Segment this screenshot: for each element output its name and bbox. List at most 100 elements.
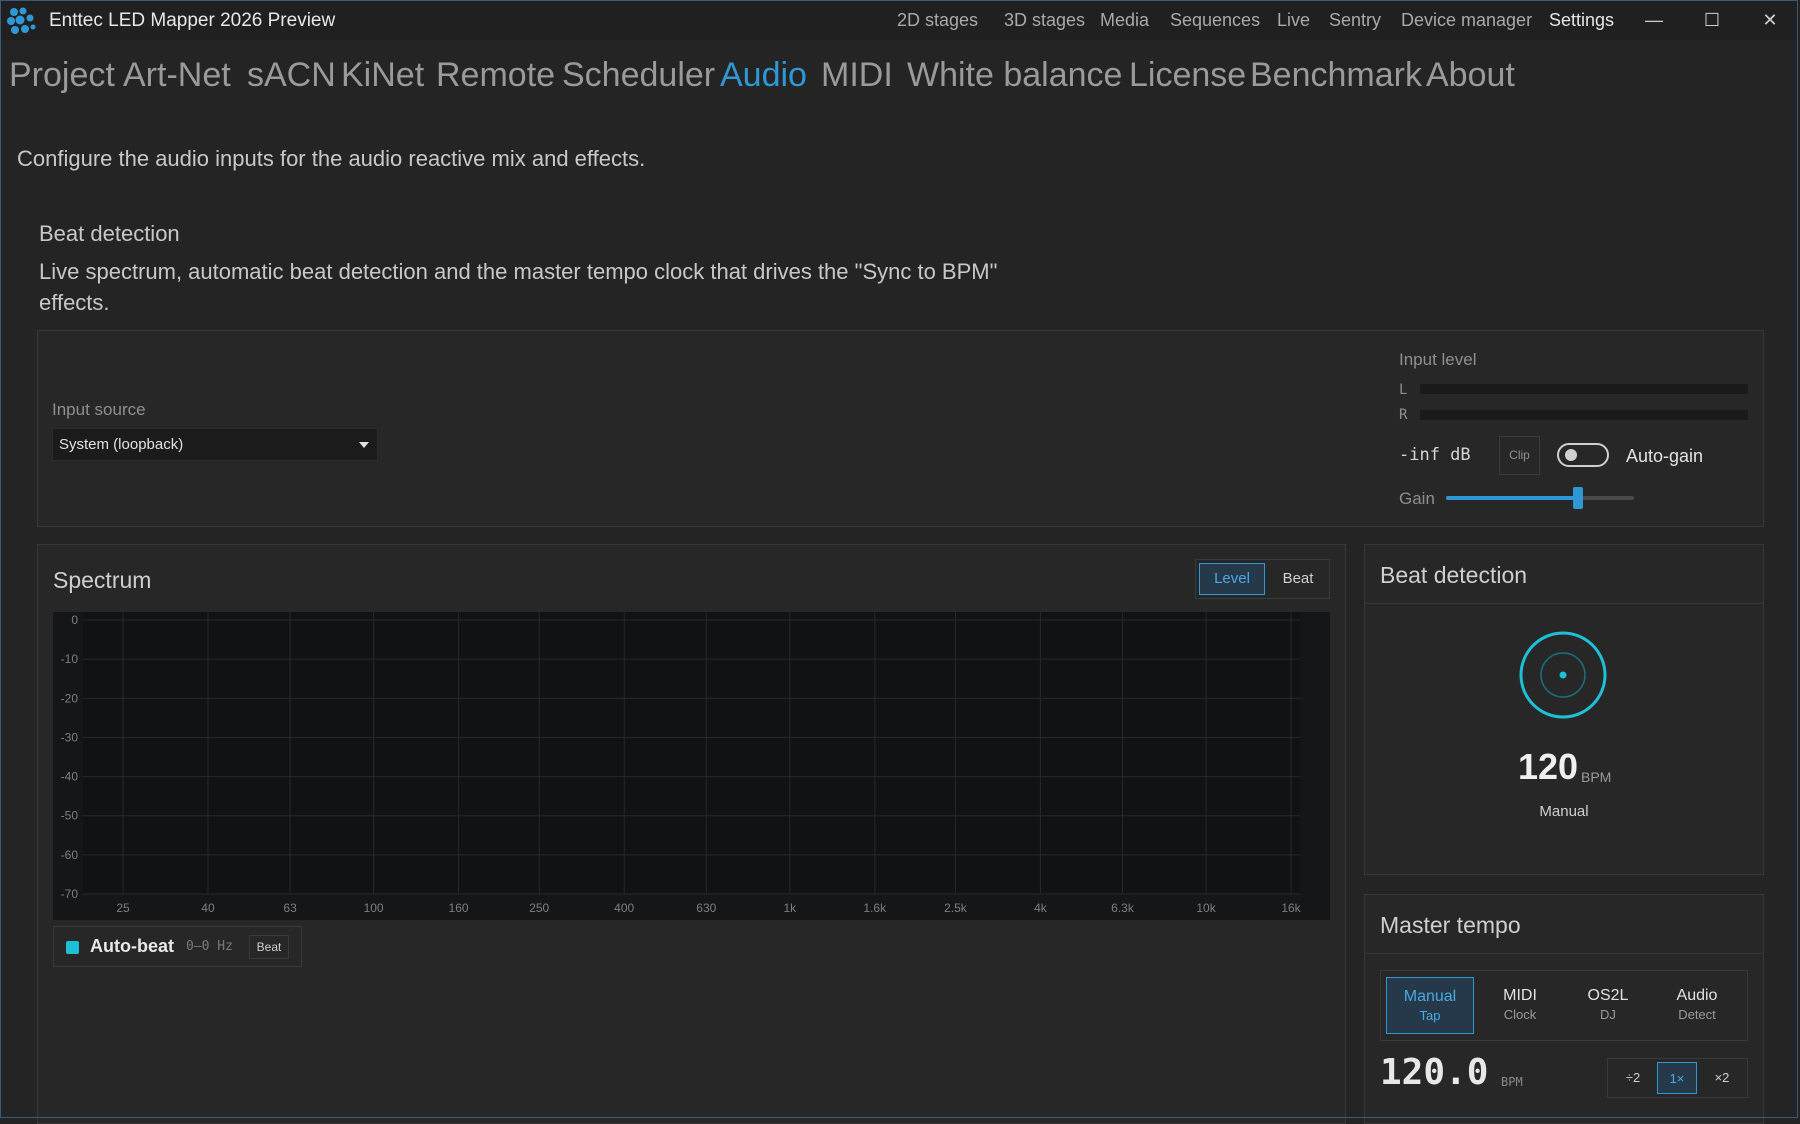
- input-level-label: Input level: [1399, 350, 1477, 369]
- minimize-icon[interactable]: —: [1634, 4, 1674, 36]
- channel-l-label: L: [1399, 382, 1408, 398]
- tab-scheduler[interactable]: Scheduler: [562, 56, 715, 95]
- divider: [1365, 953, 1763, 954]
- tab-white-balance[interactable]: White balance: [907, 56, 1122, 95]
- level-meter-l: [1420, 384, 1748, 394]
- gain-slider[interactable]: [1446, 487, 1634, 509]
- x-tick-label: 4k: [1034, 901, 1048, 915]
- app-logo-icon: [7, 7, 36, 34]
- source-sub: Clock: [1503, 1007, 1537, 1022]
- x-tick-label: 100: [364, 901, 384, 915]
- auto-gain-label: Auto-gain: [1626, 446, 1704, 466]
- tab-project[interactable]: Project: [9, 56, 115, 95]
- source-midi-button[interactable]: MIDI Clock: [1476, 977, 1564, 1034]
- source-os2l-button[interactable]: OS2L DJ: [1564, 977, 1652, 1034]
- bpm-value: 120: [1518, 746, 1579, 787]
- gain-slider-fill: [1446, 496, 1578, 500]
- db-readout: -inf dB: [1399, 445, 1471, 465]
- auto-gain-toggle[interactable]: [1557, 443, 1609, 467]
- nav-sentry[interactable]: Sentry: [1329, 10, 1381, 31]
- maximize-icon[interactable]: ☐: [1692, 4, 1732, 36]
- x-tick-label: 2.5k: [944, 901, 968, 915]
- nav-live[interactable]: Live: [1277, 10, 1310, 31]
- gain-slider-thumb[interactable]: [1572, 487, 1583, 509]
- source-sub: DJ: [1600, 1007, 1616, 1022]
- tab-remote[interactable]: Remote: [436, 56, 555, 95]
- multiplier-double-button[interactable]: ×2: [1702, 1062, 1742, 1094]
- close-icon[interactable]: ✕: [1750, 4, 1790, 36]
- nav-3d-stages[interactable]: 3D stages: [1004, 10, 1085, 31]
- tab-about[interactable]: About: [1426, 56, 1515, 95]
- nav-sequences[interactable]: Sequences: [1170, 10, 1260, 31]
- chevron-down-icon: [359, 442, 369, 448]
- legend-range: 0–0 Hz: [186, 939, 233, 954]
- mode-level-button[interactable]: Level: [1199, 563, 1265, 595]
- nav-settings[interactable]: Settings: [1549, 10, 1614, 31]
- y-tick-label: -50: [61, 809, 79, 823]
- plot-area: [83, 612, 1300, 894]
- source-manual-button[interactable]: Manual Tap: [1386, 977, 1474, 1034]
- y-tick-label: -70: [61, 887, 79, 901]
- gain-label: Gain: [1399, 489, 1435, 508]
- spectrum-plot: 0 -10 -20 -30 -40 -50 -60 -70 25 40 63 100 160 250 400…: [53, 612, 1330, 920]
- tab-kinet[interactable]: KiNet: [341, 56, 424, 95]
- channel-r-label: R: [1399, 407, 1408, 423]
- x-tick-label: 250: [529, 901, 549, 915]
- level-meter-r: [1420, 410, 1748, 420]
- source-sub: Detect: [1678, 1007, 1716, 1022]
- legend-name: Auto-beat: [90, 936, 174, 956]
- x-tick-label: 1.6k: [863, 901, 887, 915]
- toggle-knob: [1565, 449, 1577, 461]
- x-tick-label: 1k: [783, 901, 797, 915]
- multiplier-one-button[interactable]: 1×: [1657, 1062, 1697, 1094]
- legend-beat-button[interactable]: Beat: [249, 935, 289, 959]
- tab-license[interactable]: License: [1129, 56, 1246, 95]
- y-tick-label: -30: [61, 730, 79, 744]
- auto-beat-legend: Auto-beat 0–0 Hz Beat: [53, 926, 302, 967]
- input-source-select[interactable]: System (loopback): [52, 428, 378, 461]
- x-tick-label: 16k: [1281, 901, 1301, 915]
- x-tick-label: 630: [696, 901, 716, 915]
- y-tick-label: 0: [71, 613, 78, 627]
- input-source-label: Input source: [52, 400, 146, 419]
- x-tick-label: 10k: [1196, 901, 1216, 915]
- master-tempo-title: Master tempo: [1380, 912, 1521, 938]
- y-tick-label: -60: [61, 848, 79, 862]
- section-description: Live spectrum, automatic beat detection …: [39, 259, 998, 315]
- tab-benchmark[interactable]: Benchmark: [1250, 56, 1422, 95]
- tab-midi[interactable]: MIDI: [821, 56, 893, 95]
- x-tick-label: 40: [201, 901, 215, 915]
- spectrum-title: Spectrum: [53, 567, 152, 593]
- y-tick-label: -10: [61, 652, 79, 666]
- input-source-value: System (loopback): [59, 436, 184, 453]
- section-title: Beat detection: [39, 221, 180, 246]
- beat-pulse-icon: [1519, 631, 1607, 719]
- tab-audio[interactable]: Audio: [720, 56, 807, 95]
- beat-mode-label: Manual: [1539, 803, 1589, 820]
- app-title: Enttec LED Mapper 2026 Preview: [49, 10, 336, 31]
- y-tick-label: -40: [61, 770, 79, 784]
- source-main: OS2L: [1587, 987, 1629, 1004]
- source-audio-button[interactable]: Audio Detect: [1653, 977, 1741, 1034]
- tab-art-net[interactable]: Art-Net: [123, 56, 231, 95]
- multiplier-half-button[interactable]: ÷2: [1613, 1062, 1653, 1094]
- source-main: Audio: [1676, 987, 1718, 1004]
- nav-media[interactable]: Media: [1100, 10, 1149, 31]
- source-main: MIDI: [1503, 987, 1537, 1004]
- x-tick-label: 63: [283, 901, 297, 915]
- master-bpm-value: 120.0: [1380, 1052, 1489, 1093]
- x-tick-label: 400: [614, 901, 634, 915]
- mode-beat-button[interactable]: Beat: [1268, 563, 1328, 595]
- bpm-unit: BPM: [1581, 769, 1612, 785]
- tab-sacn[interactable]: sACN: [247, 56, 336, 95]
- title-bar: Enttec LED Mapper 2026 Preview 2D stages…: [0, 0, 1800, 40]
- divider: [1365, 603, 1763, 604]
- legend-swatch: [66, 941, 79, 954]
- beat-detection-title: Beat detection: [1380, 562, 1528, 588]
- clip-indicator[interactable]: Clip: [1499, 436, 1540, 475]
- x-tick-label: 6.3k: [1111, 901, 1135, 915]
- nav-2d-stages[interactable]: 2D stages: [897, 10, 978, 31]
- y-tick-label: -20: [61, 691, 79, 705]
- x-tick-label: 25: [116, 901, 130, 915]
- nav-device-manager[interactable]: Device manager: [1401, 10, 1532, 31]
